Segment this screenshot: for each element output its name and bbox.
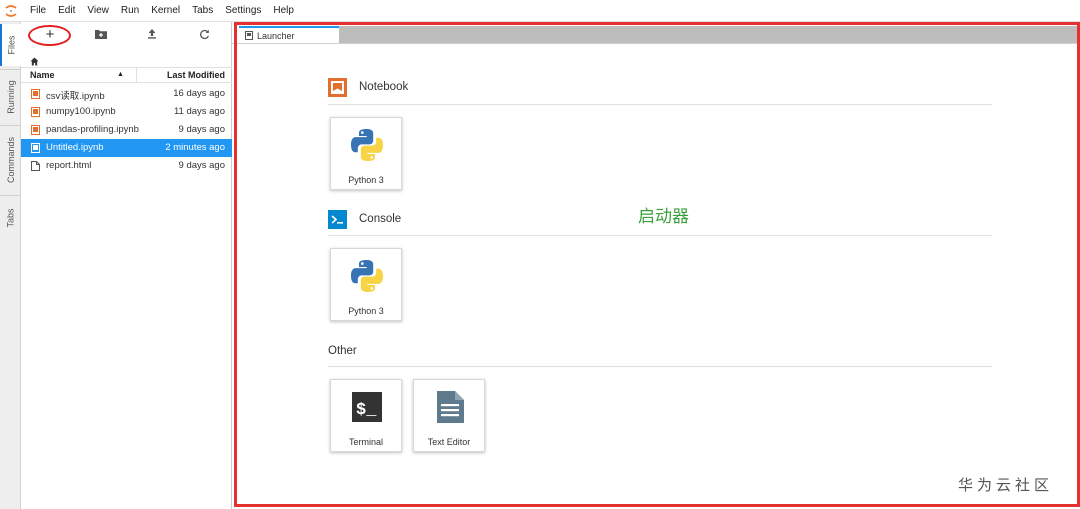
file-name: Untitled.ipynb: [46, 142, 104, 153]
sidebar-tab-files-label: Files: [6, 35, 17, 55]
menu-edit[interactable]: Edit: [52, 0, 81, 22]
menu-settings[interactable]: Settings: [219, 0, 267, 22]
sidebar-divider: [0, 125, 21, 126]
new-folder-icon: [95, 30, 107, 39]
notebook-file-icon: [31, 89, 40, 99]
main-area: Launcher Notebook Python 3 Console Pytho…: [232, 22, 1080, 509]
file-modified: 16 days ago: [173, 88, 225, 99]
menu-run[interactable]: Run: [115, 0, 145, 22]
file-browser: + Name ▲ Last Modified csv读取.ipynb 16 da…: [21, 22, 232, 509]
file-row[interactable]: report.html 9 days ago: [21, 157, 232, 175]
new-launcher-button[interactable]: +: [40, 26, 60, 43]
file-name: report.html: [46, 160, 92, 171]
sidebar-tab-files[interactable]: Files: [0, 24, 21, 66]
menu-help[interactable]: Help: [267, 0, 300, 22]
file-modified: 2 minutes ago: [165, 142, 225, 153]
menu-kernel[interactable]: Kernel: [145, 0, 186, 22]
menubar: File Edit View Run Kernel Tabs Settings …: [0, 0, 1080, 22]
sidebar-tab-running-label: Running: [5, 80, 16, 114]
sidebar-tab-tabs[interactable]: Tabs: [0, 198, 21, 238]
file-modified: 9 days ago: [178, 160, 225, 171]
upload-button[interactable]: [142, 26, 162, 42]
file-row[interactable]: pandas-profiling.ipynb 9 days ago: [21, 121, 232, 139]
file-row-selected[interactable]: Untitled.ipynb 2 minutes ago: [21, 139, 232, 157]
file-name: csv读取.ipynb: [46, 91, 105, 102]
launcher-highlight-box: [234, 22, 1080, 507]
column-modified-header[interactable]: Last Modified: [167, 70, 225, 80]
menu-tabs[interactable]: Tabs: [186, 0, 219, 22]
column-divider: [136, 68, 137, 83]
jupyter-logo-icon: [0, 0, 22, 22]
sidebar-tab-running[interactable]: Running: [0, 72, 21, 122]
file-browser-toolbar: +: [21, 22, 232, 48]
file-list-header: Name ▲ Last Modified: [21, 67, 232, 83]
file-row[interactable]: numpy100.ipynb 11 days ago: [21, 103, 232, 121]
menu-file[interactable]: File: [24, 0, 52, 22]
home-breadcrumb[interactable]: [30, 53, 42, 66]
sidebar-divider: [0, 195, 21, 196]
left-sidebar-tabs: Files Running Commands Tabs: [0, 22, 21, 509]
upload-icon: [148, 29, 156, 39]
file-name: pandas-profiling.ipynb: [46, 124, 139, 135]
new-folder-button[interactable]: [91, 26, 111, 42]
generic-file-icon: [31, 161, 40, 171]
file-row[interactable]: csv读取.ipynb 16 days ago: [21, 85, 232, 103]
notebook-file-icon: [31, 125, 40, 135]
notebook-file-icon: [31, 143, 40, 153]
file-modified: 9 days ago: [178, 124, 225, 135]
sort-ascending-icon[interactable]: ▲: [117, 71, 124, 78]
column-name-header[interactable]: Name: [30, 70, 55, 80]
sidebar-divider: [0, 69, 21, 70]
refresh-button[interactable]: [194, 26, 214, 42]
sidebar-tab-tabs-label: Tabs: [5, 208, 16, 228]
file-modified: 11 days ago: [173, 106, 225, 117]
file-name: numpy100.ipynb: [46, 106, 116, 117]
refresh-icon: [199, 29, 209, 39]
sidebar-tab-commands-label: Commands: [5, 136, 16, 184]
home-icon: [30, 57, 39, 66]
menu-view[interactable]: View: [81, 0, 115, 22]
sidebar-tab-commands[interactable]: Commands: [0, 128, 21, 192]
notebook-file-icon: [31, 107, 40, 117]
